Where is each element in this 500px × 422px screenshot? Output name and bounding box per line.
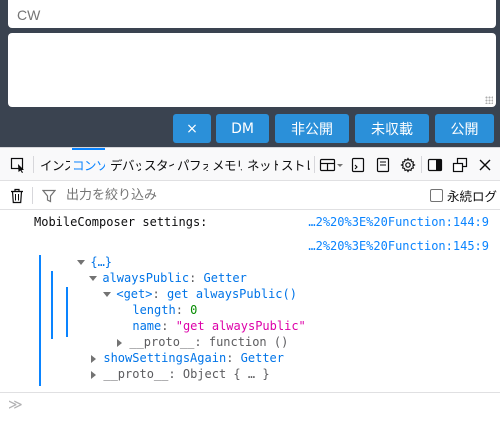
content-warning-input[interactable]: [8, 0, 496, 28]
toolbar-separator: [314, 156, 315, 173]
object-tree-row[interactable]: alwaysPublic: Getter: [46, 254, 247, 285]
object-tree-row[interactable]: __proto__: Object { … }: [48, 350, 270, 381]
unlisted-button[interactable]: 未収載: [355, 114, 429, 143]
console-source-link[interactable]: …2%20%3E%20Function:145:9: [308, 238, 489, 254]
tab-storage[interactable]: ストレージ: [281, 148, 310, 181]
settings-icon[interactable]: [397, 148, 419, 181]
persist-logs-label: 永続ログ: [447, 189, 498, 204]
frame-select-icon[interactable]: [372, 148, 394, 181]
console-source-link[interactable]: …2%20%3E%20Function:144:9: [308, 214, 489, 230]
filter-output-input[interactable]: [66, 185, 406, 206]
object-tree-row[interactable]: showSettingsAgain: Getter: [48, 334, 284, 365]
composer-panel: × DM 非公開 未収載 公開: [0, 0, 500, 147]
dm-button[interactable]: DM: [216, 114, 269, 143]
tab-memory[interactable]: メモリー: [212, 148, 242, 181]
filter-icon: [38, 179, 60, 212]
close-button[interactable]: ×: [173, 114, 211, 143]
object-tree-row: name: "get alwaysPublic": [132, 319, 306, 333]
command-prompt-icon: ≫: [8, 397, 23, 413]
persist-logs-checkbox[interactable]: [430, 189, 443, 202]
textarea-resize-grip[interactable]: [485, 96, 493, 104]
post-textarea[interactable]: [8, 33, 496, 107]
console-message-text: MobileComposer settings:: [34, 215, 208, 229]
close-icon[interactable]: [474, 148, 496, 181]
public-button[interactable]: 公開: [435, 114, 494, 143]
trash-icon[interactable]: [6, 179, 28, 212]
toolbar-separator: [32, 187, 33, 204]
collapsed-arrow-icon[interactable]: [91, 370, 97, 379]
console-command-line[interactable]: ≫: [0, 392, 500, 422]
private-button[interactable]: 非公開: [275, 114, 349, 143]
element-picker-icon[interactable]: [6, 148, 30, 181]
responsive-design-icon[interactable]: [318, 148, 346, 181]
devtools-panel: インスペクター コンソール デバッガー スタイルエディター パフォーマンス メモ…: [0, 147, 500, 422]
object-tree-row[interactable]: <get>: get alwaysPublic(): [60, 270, 297, 301]
tab-console[interactable]: コンソール: [72, 148, 105, 181]
toolbar-separator: [33, 156, 34, 173]
tab-style-editor[interactable]: スタイルエディター: [144, 148, 174, 181]
persist-logs-toggle[interactable]: 永続ログ: [430, 186, 497, 205]
toolbar-separator: [421, 156, 422, 173]
object-tree-row: length: 0: [132, 303, 198, 317]
tab-performance[interactable]: パフォーマンス: [177, 148, 208, 181]
split-console-icon[interactable]: [347, 148, 369, 181]
tab-debugger[interactable]: デバッガー: [110, 148, 141, 181]
tab-network[interactable]: ネットワーク: [247, 148, 278, 181]
console-filter-bar: 永続ログ: [0, 181, 500, 210]
console-output: MobileComposer settings: …2%20%3E%20Func…: [0, 210, 500, 392]
devtools-toolbar: インスペクター コンソール デバッガー スタイルエディター パフォーマンス メモ…: [0, 148, 500, 181]
object-tree-row[interactable]: __proto__: function (): [74, 318, 288, 349]
separate-window-icon[interactable]: [449, 148, 471, 181]
object-tree-root[interactable]: {…}: [34, 238, 112, 269]
tab-inspector[interactable]: インスペクター: [40, 148, 70, 181]
dock-side-icon[interactable]: [424, 148, 446, 181]
